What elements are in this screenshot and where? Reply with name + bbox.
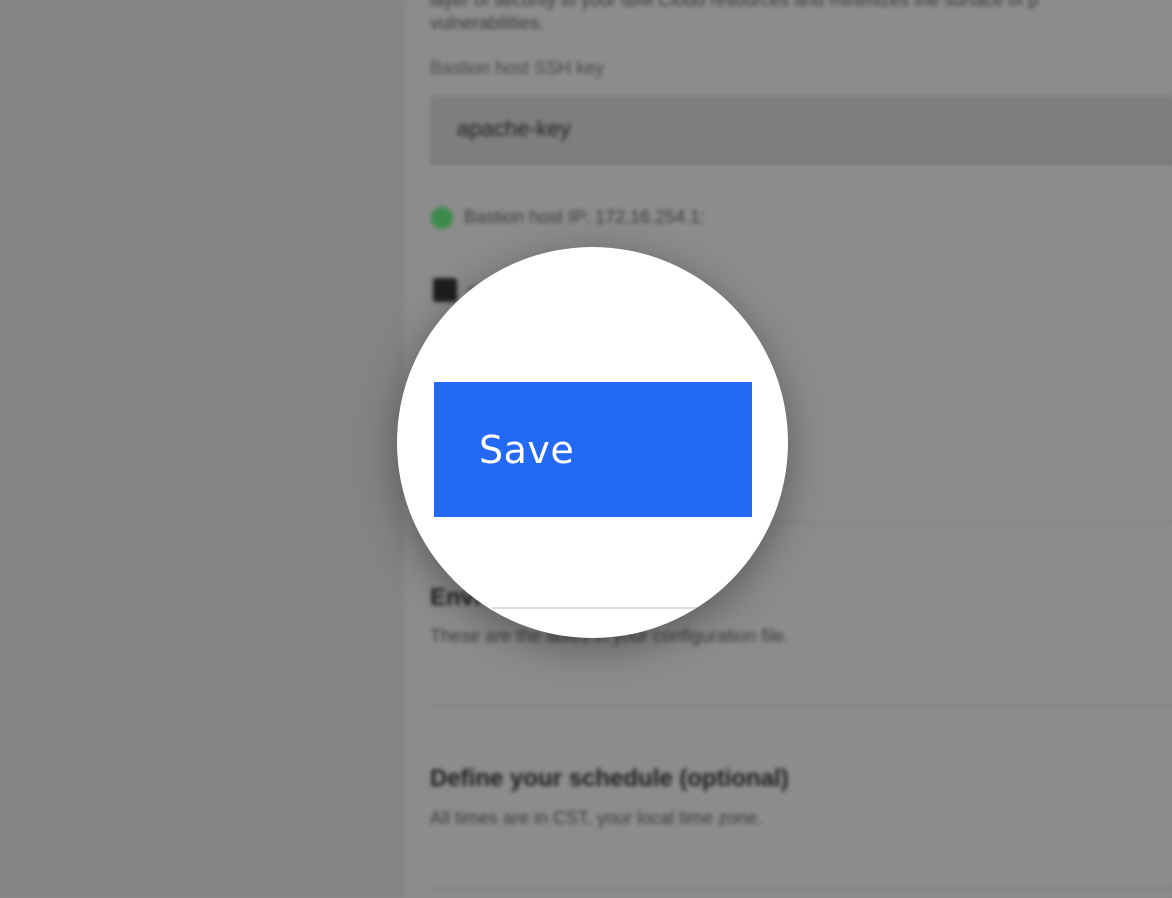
- screen: layer of security to your IBM Cloud reso…: [0, 0, 1172, 898]
- schedule-heading: Define your schedule (optional): [430, 765, 789, 792]
- hosts-checkbox[interactable]: [433, 278, 457, 302]
- schedule-description: All times are in CST, your local time zo…: [430, 808, 763, 828]
- magnified-divider: [492, 607, 752, 609]
- left-blank-area: [0, 0, 404, 898]
- bastion-description-line-1: layer of security to your IBM Cloud reso…: [430, 0, 1039, 10]
- success-status-icon: [431, 207, 453, 229]
- save-button[interactable]: Save: [434, 382, 752, 517]
- save-button-label: Save: [479, 428, 575, 472]
- bastion-ip-text: Bastion host IP: 172.16.254.1:: [464, 207, 706, 227]
- section-divider: [430, 705, 1172, 706]
- magnifier-lens: Save: [397, 247, 788, 638]
- ssh-key-value: apache-key: [457, 116, 571, 141]
- ssh-key-select[interactable]: apache-key: [430, 96, 1172, 164]
- section-divider: [430, 888, 1172, 889]
- bastion-description-line-2: vulnerabilities.: [430, 13, 545, 33]
- ssh-key-label: Bastion host SSH key: [430, 58, 605, 78]
